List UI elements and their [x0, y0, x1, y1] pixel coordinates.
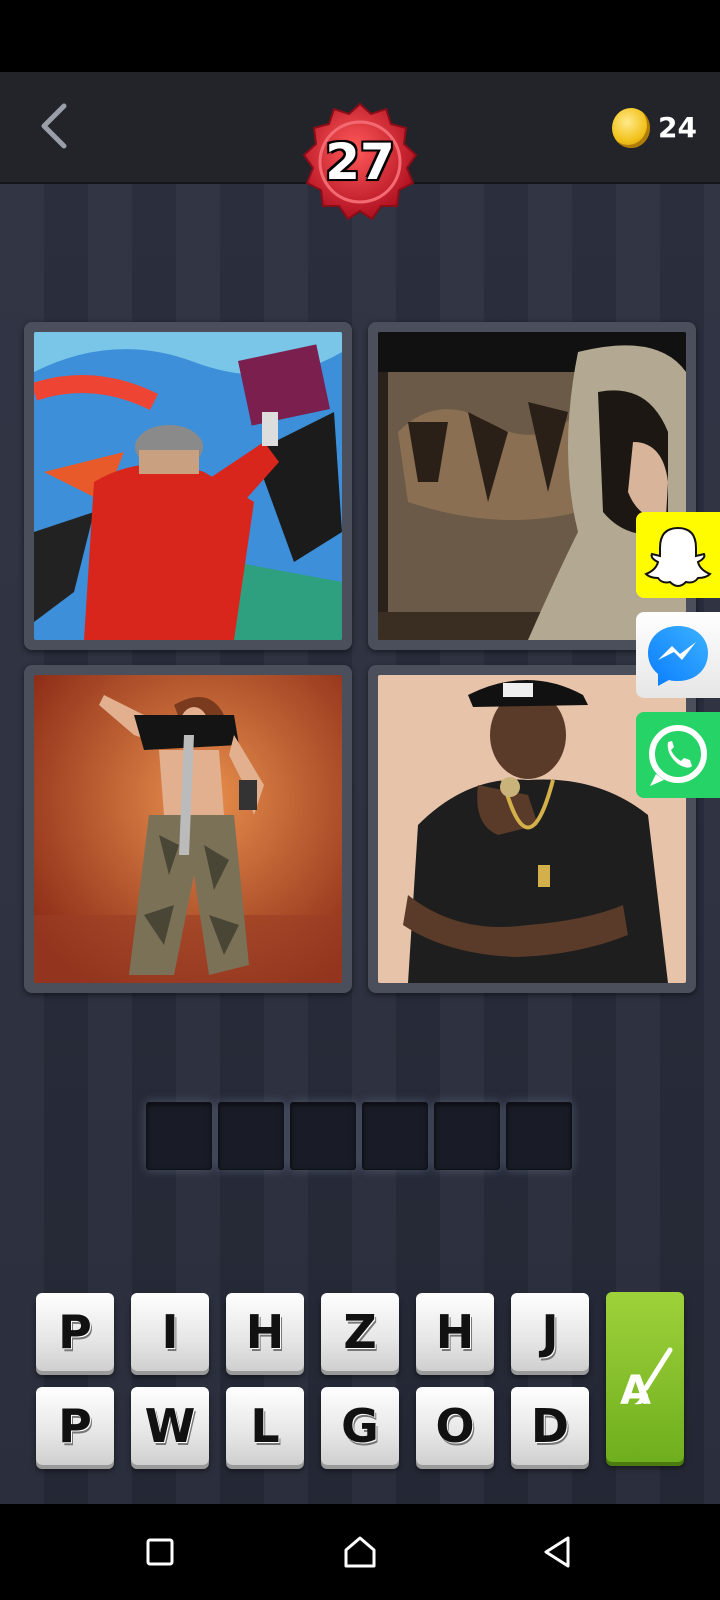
answer-slot[interactable]: [362, 1102, 428, 1170]
svg-text:A: A: [620, 1368, 651, 1414]
home-icon[interactable]: [336, 1528, 384, 1576]
answer-slot[interactable]: [146, 1102, 212, 1170]
letter-key[interactable]: W: [131, 1387, 209, 1465]
answer-slot[interactable]: [290, 1102, 356, 1170]
whatsapp-share-button[interactable]: [636, 712, 720, 798]
paintbrush-letter-icon: A: [620, 1347, 673, 1414]
chevron-left-icon[interactable]: [30, 96, 80, 156]
status-bar: [0, 0, 720, 72]
picture-hooded-figure-graffiti-wall[interactable]: [368, 322, 696, 650]
letter-key[interactable]: Z: [321, 1293, 399, 1371]
letter-key[interactable]: J: [511, 1293, 589, 1371]
letter-key[interactable]: H: [226, 1293, 304, 1371]
letter-key[interactable]: G: [321, 1387, 399, 1465]
letter-key[interactable]: P: [36, 1387, 114, 1465]
snapchat-icon: [644, 526, 712, 588]
coin-icon: [612, 108, 650, 148]
answer-slot[interactable]: [506, 1102, 572, 1170]
letter-key[interactable]: D: [511, 1387, 589, 1465]
letter-key[interactable]: H: [416, 1293, 494, 1371]
letter-key[interactable]: O: [416, 1387, 494, 1465]
whatsapp-icon: [649, 725, 707, 786]
level-number: 27: [325, 133, 395, 191]
hint-button[interactable]: A: [606, 1292, 684, 1462]
answer-slot[interactable]: [218, 1102, 284, 1170]
recents-icon[interactable]: [136, 1528, 184, 1576]
snapchat-share-button[interactable]: [636, 512, 720, 598]
dancer-camo-pants-image: [34, 675, 342, 983]
picture-graffiti-spray-painter[interactable]: [24, 322, 352, 650]
letter-key[interactable]: P: [36, 1293, 114, 1371]
messenger-icon: [648, 626, 708, 686]
answer-slot[interactable]: [434, 1102, 500, 1170]
letter-key[interactable]: I: [131, 1293, 209, 1371]
letter-key[interactable]: L: [226, 1387, 304, 1465]
coin-count: 24: [658, 111, 697, 144]
back-icon[interactable]: [534, 1528, 582, 1576]
messenger-share-button[interactable]: [636, 612, 720, 698]
graffiti-spray-painter-image: [34, 332, 342, 640]
picture-dancer-camo-pants[interactable]: [24, 665, 352, 993]
